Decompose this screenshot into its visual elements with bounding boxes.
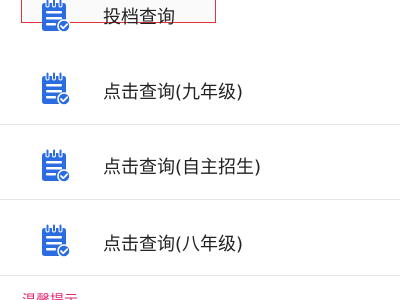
menu-item-grade9-query[interactable]: 点击查询(九年级) bbox=[0, 57, 400, 125]
menu-item-grade8-query[interactable]: 点击查询(八年级) bbox=[0, 200, 400, 276]
menu-item-label: 点击查询(九年级) bbox=[103, 82, 244, 103]
menu-item-independent-enrollment-query[interactable]: 点击查询(自主招生) bbox=[0, 125, 400, 200]
menu-item-label: 投档查询 bbox=[103, 7, 175, 28]
tips-link[interactable]: 温馨提示 bbox=[22, 292, 78, 300]
menu-item-label: 点击查询(自主招生) bbox=[103, 157, 262, 178]
document-check-icon bbox=[38, 70, 72, 106]
document-check-icon bbox=[38, 0, 72, 33]
menu-item-label: 点击查询(八年级) bbox=[103, 234, 244, 255]
document-check-icon bbox=[38, 147, 72, 183]
menu-item-admission-query[interactable]: 投档查询 bbox=[0, 0, 400, 57]
query-menu-screen: 投档查询 点击查询(九年级) 点击查询(自主招生) 点击查询(八年级) bbox=[0, 0, 400, 300]
document-check-icon bbox=[38, 222, 72, 258]
